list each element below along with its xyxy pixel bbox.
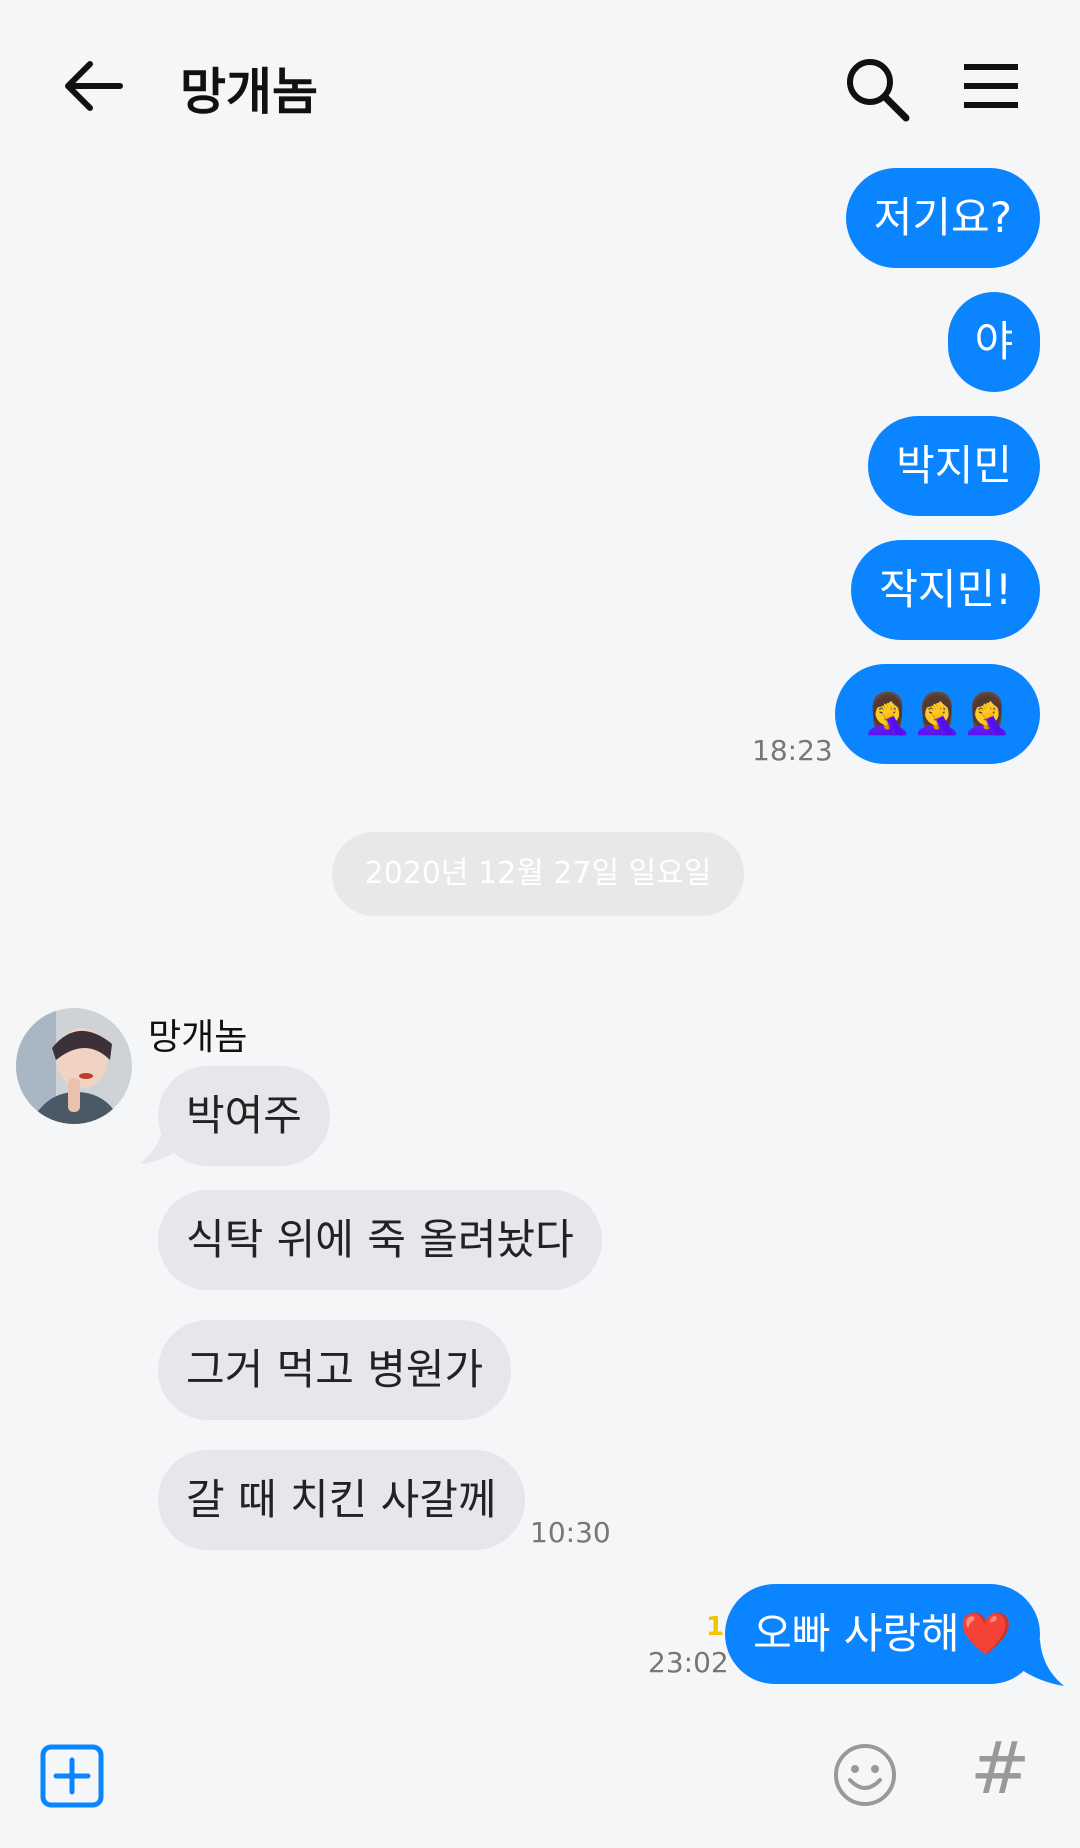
input-bar bbox=[0, 1700, 1080, 1848]
date-separator: 2020년 12월 27일 일요일 bbox=[332, 832, 744, 916]
sent-message[interactable]: 야 bbox=[948, 292, 1040, 392]
smiley-icon[interactable] bbox=[832, 1742, 898, 1808]
hashtag-icon[interactable]: # bbox=[970, 1726, 1030, 1810]
arrow-left-icon[interactable] bbox=[58, 50, 130, 122]
sent-message[interactable]: 작지민! bbox=[851, 540, 1040, 640]
message-time: 23:02 bbox=[648, 1646, 729, 1679]
avatar[interactable] bbox=[16, 1008, 132, 1124]
hamburger-menu-icon[interactable] bbox=[960, 58, 1022, 114]
sent-message[interactable]: 저기요? bbox=[845, 168, 1040, 268]
message-time: 18:23 bbox=[752, 734, 833, 767]
received-message[interactable]: 박여주 bbox=[158, 1066, 330, 1166]
chat-header: 망개놈 bbox=[0, 0, 1080, 170]
received-message[interactable]: 갈 때 치킨 사갈께 bbox=[158, 1450, 525, 1550]
sender-name: 망개놈 bbox=[148, 1017, 248, 1058]
sent-message[interactable]: 오빠 사랑해❤️ bbox=[725, 1584, 1040, 1684]
search-icon[interactable] bbox=[842, 54, 912, 124]
chat-title: 망개놈 bbox=[180, 63, 318, 121]
sent-message[interactable]: 박지민 bbox=[868, 416, 1040, 516]
received-message[interactable]: 식탁 위에 죽 올려놨다 bbox=[158, 1190, 602, 1290]
unread-count: 1 bbox=[706, 1612, 725, 1642]
received-message[interactable]: 그거 먹고 병원가 bbox=[158, 1320, 512, 1420]
plus-icon[interactable] bbox=[40, 1744, 104, 1808]
message-time: 10:30 bbox=[530, 1516, 611, 1549]
sent-message[interactable]: 🤦‍♀️🤦‍♀️🤦‍♀️ bbox=[834, 664, 1040, 764]
